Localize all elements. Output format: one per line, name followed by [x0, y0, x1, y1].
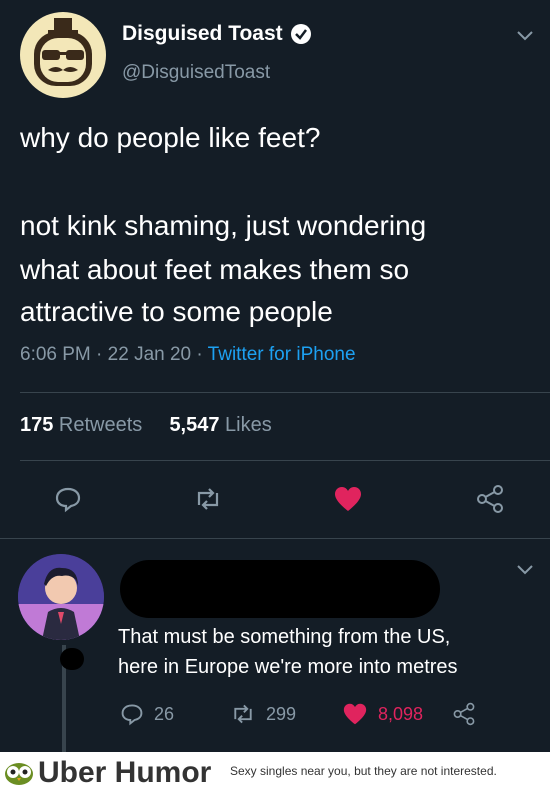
reply-retweet-button[interactable]: 299: [230, 702, 296, 726]
meta-separator: ·: [191, 344, 208, 365]
heart-icon: [343, 703, 367, 725]
reply-share-button[interactable]: [452, 702, 476, 726]
reply-text-line: That must be something from the US,: [118, 626, 451, 648]
author-handle[interactable]: @DisguisedToast: [122, 62, 270, 84]
reply-button[interactable]: [52, 483, 84, 515]
tweet-text-line: why do people like feet?: [20, 122, 321, 153]
author-avatar[interactable]: [20, 12, 106, 98]
retweet-icon: [197, 488, 219, 510]
chevron-down-icon[interactable]: [516, 560, 534, 581]
verified-badge-icon: [290, 24, 311, 44]
likes-count: 5,547: [169, 414, 220, 436]
like-count: 8,098: [378, 703, 424, 724]
retweet-button[interactable]: [192, 483, 224, 515]
brand-tagline: Sexy singles near you, but they are not …: [230, 764, 497, 778]
avatar-character-icon: [18, 554, 104, 640]
reply-avatar[interactable]: [18, 554, 104, 640]
retweet-icon: [234, 704, 252, 724]
reply-count: 26: [154, 703, 175, 724]
reply-text-line: here in Europe we're more into metres: [118, 656, 458, 678]
reply-like-button[interactable]: 8,098: [342, 702, 423, 726]
reply-icon: [121, 704, 143, 726]
tweet-date: 22 Jan 20: [107, 344, 192, 365]
author-name[interactable]: Disguised Toast: [122, 22, 311, 46]
meta-separator: ·: [90, 344, 108, 365]
tweet-time: 6:06 PM: [20, 344, 91, 365]
retweet-count: 299: [266, 703, 297, 724]
brand-name: Uber Humor: [38, 756, 212, 789]
divider: [20, 392, 550, 393]
share-button[interactable]: [474, 483, 506, 515]
watermark-footer: Uber Humor Sexy singles near you, but th…: [0, 752, 550, 794]
reply-reply-button[interactable]: 26: [120, 702, 174, 726]
owl-logo-icon: [5, 763, 33, 785]
retweets-label: Retweets: [53, 414, 143, 436]
tweet-meta: 6:06 PM · 22 Jan 20 · Twitter for iPhone: [20, 344, 356, 366]
tweet-stats: 175 Retweets 5,547 Likes: [20, 414, 272, 437]
likes-label: Likes: [219, 414, 272, 436]
redaction-mark: [60, 648, 84, 670]
divider: [0, 538, 550, 539]
tweet-text-line: attractive to some people: [20, 296, 333, 327]
retweets-stat[interactable]: 175 Retweets: [20, 414, 142, 436]
toast-logo-icon: [34, 18, 92, 86]
chevron-down-icon[interactable]: [516, 26, 534, 47]
tweet-source-link[interactable]: Twitter for iPhone: [208, 344, 356, 365]
retweets-count: 175: [20, 414, 54, 436]
redacted-username: [120, 560, 440, 618]
heart-icon: [335, 487, 361, 511]
tweet-text-line: not kink shaming, just wondering: [20, 210, 427, 241]
share-icon: [453, 702, 475, 726]
reply-icon: [55, 487, 81, 513]
likes-stat[interactable]: 5,547 Likes: [169, 414, 271, 436]
author-name-text[interactable]: Disguised Toast: [122, 22, 283, 46]
tweet-text-line: what about feet makes them so: [20, 254, 410, 285]
share-icon: [477, 485, 503, 513]
like-button[interactable]: [332, 483, 364, 515]
divider: [20, 460, 550, 461]
